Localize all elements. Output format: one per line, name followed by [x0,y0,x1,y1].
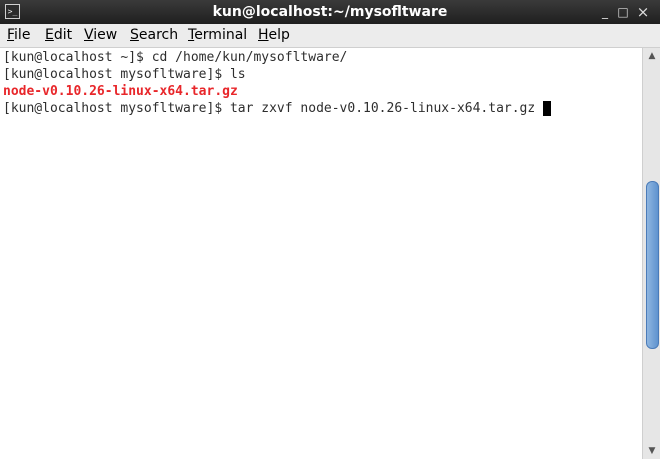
terminal-line: [kun@localhost ~]$ cd /home/kun/mysofltw… [3,50,348,65]
title-bar[interactable]: >_ kun@localhost:~/mysofltware _ □ × [0,0,660,24]
window-title: kun@localhost:~/mysofltware [212,4,448,20]
scroll-thumb[interactable] [646,180,659,350]
menu-edit[interactable]: Edit [45,24,72,47]
command-text: [kun@localhost mysofltware]$ tar zxvf no… [3,101,544,116]
menu-view[interactable]: View [84,24,117,47]
vertical-scrollbar[interactable]: ▲ ▼ [642,48,660,459]
scroll-down-arrow-icon[interactable]: ▼ [643,443,660,459]
minimize-button[interactable]: _ [596,3,614,21]
terminal-prompt-line[interactable]: [kun@localhost mysofltware]$ tar zxvf no… [3,100,543,117]
menu-search[interactable]: Search [130,24,178,47]
menu-terminal[interactable]: Terminal [188,24,247,47]
menu-file[interactable]: File [7,24,30,47]
terminal-output[interactable]: [kun@localhost ~]$ cd /home/kun/mysofltw… [0,48,642,459]
archive-filename: node-v0.10.26-linux-x64.tar.gz [3,84,238,99]
maximize-button[interactable]: □ [614,3,632,21]
terminal-line: [kun@localhost mysofltware]$ ls [3,67,246,82]
menu-bar: File Edit View Search Terminal Help [0,24,660,48]
menu-help[interactable]: Help [258,24,290,47]
close-button[interactable]: × [634,3,652,21]
scroll-up-arrow-icon[interactable]: ▲ [643,48,660,64]
text-cursor [543,101,551,116]
